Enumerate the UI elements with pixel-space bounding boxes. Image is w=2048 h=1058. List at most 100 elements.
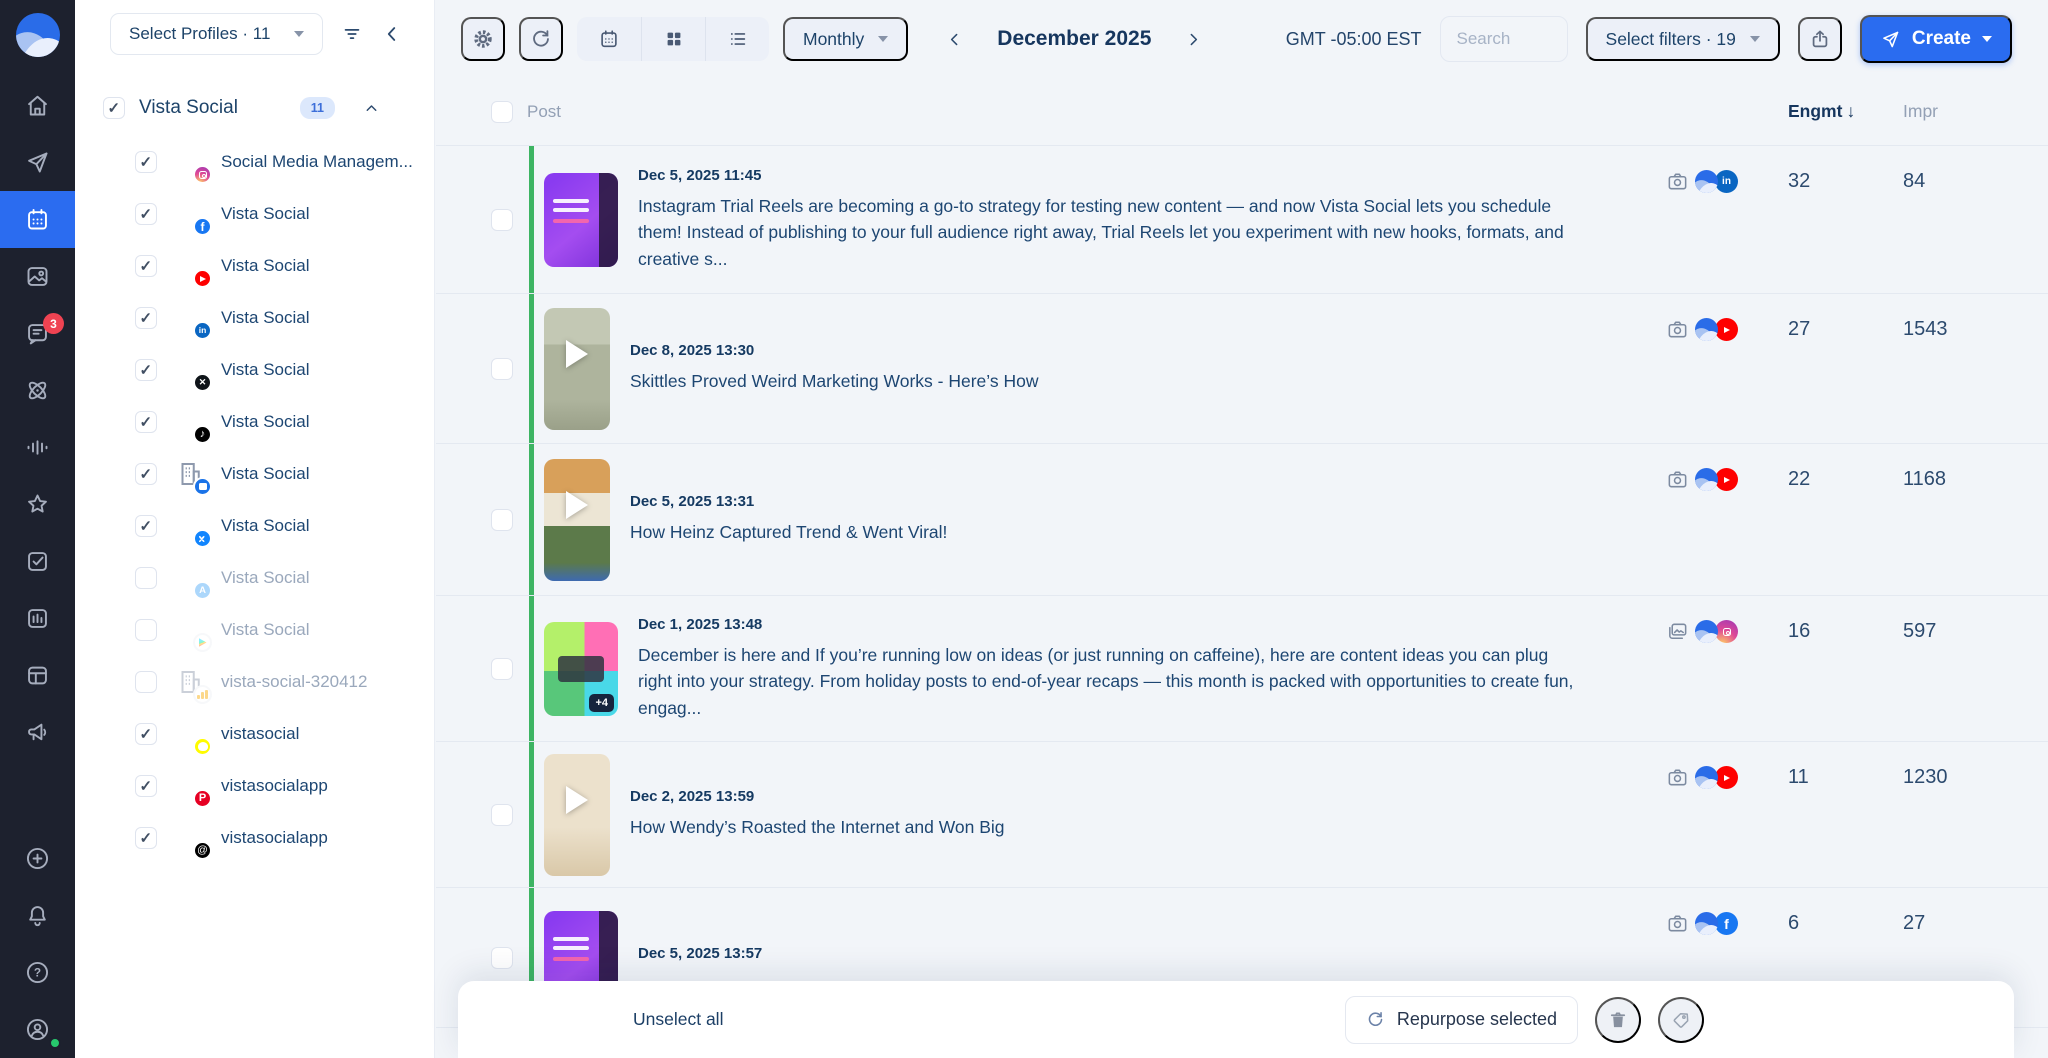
period-dropdown[interactable]: Monthly <box>783 17 908 61</box>
profile-checkbox[interactable] <box>135 723 157 745</box>
profile-item[interactable]: ✕ Vista Social <box>75 344 434 396</box>
sidebar-item-listening[interactable] <box>0 419 75 476</box>
post-row[interactable]: Dec 5, 2025 13:31 How Heinz Captured Tre… <box>436 444 2048 596</box>
tag-selected-button[interactable] <box>1658 997 1704 1043</box>
delete-selected-button[interactable] <box>1595 997 1641 1043</box>
profile-item[interactable]: A Vista Social <box>75 552 434 604</box>
linkedin-icon: in <box>1715 170 1738 193</box>
profile-item[interactable]: Vista Social <box>75 448 434 500</box>
profile-item[interactable]: P vistasocialapp <box>75 760 434 812</box>
profile-checkbox[interactable] <box>135 307 157 329</box>
filter-icon <box>341 23 363 45</box>
repurpose-selected-button[interactable]: Repurpose selected <box>1345 996 1578 1044</box>
row-checkbox[interactable] <box>491 947 513 969</box>
post-date: Dec 1, 2025 13:48 <box>638 616 1583 633</box>
profile-item[interactable]: Vista Social <box>75 500 434 552</box>
sidebar-item-connections[interactable] <box>0 362 75 419</box>
icon-rail: 3 ? <box>0 0 75 1058</box>
sidebar-item-publish[interactable] <box>0 134 75 191</box>
sidebar-item-calendar[interactable] <box>0 191 75 248</box>
create-label: Create <box>1912 28 1971 50</box>
snapchat-icon <box>193 737 212 756</box>
list-view-button[interactable] <box>705 17 769 61</box>
row-checkbox[interactable] <box>491 209 513 231</box>
profile-item[interactable]: in Vista Social <box>75 292 434 344</box>
sidebar-item-add[interactable] <box>0 830 75 887</box>
post-thumbnail[interactable] <box>544 173 618 267</box>
list-view-icon <box>727 28 749 50</box>
collapse-panel-button[interactable] <box>381 23 403 45</box>
profile-checkbox[interactable] <box>135 203 157 225</box>
profile-checkbox[interactable] <box>135 619 157 641</box>
sidebar-item-reports[interactable] <box>0 590 75 647</box>
sidebar-item-account[interactable] <box>0 1001 75 1058</box>
profile-checkbox[interactable] <box>135 515 157 537</box>
search-input[interactable] <box>1440 16 1568 62</box>
group-checkbox[interactable] <box>103 97 125 119</box>
profile-item[interactable]: f Vista Social <box>75 188 434 240</box>
post-thumbnail[interactable]: +4 <box>544 622 618 716</box>
profile-checkbox[interactable] <box>135 827 157 849</box>
post-row[interactable]: Dec 8, 2025 13:30 Skittles Proved Weird … <box>436 294 2048 444</box>
chevron-down-icon <box>1750 36 1760 42</box>
settings-button[interactable] <box>461 17 505 61</box>
row-checkbox[interactable] <box>491 509 513 531</box>
create-button[interactable]: Create <box>1860 15 2012 63</box>
x-icon: ✕ <box>193 373 212 392</box>
column-engagement-sort[interactable]: Engmt↓ <box>1773 101 1903 122</box>
row-checkbox[interactable] <box>491 658 513 680</box>
post-thumbnail[interactable] <box>544 754 610 876</box>
row-checkbox[interactable] <box>491 358 513 380</box>
group-collapse-button[interactable] <box>363 100 380 117</box>
group-label: Vista Social <box>139 97 238 119</box>
sidebar-item-advocacy[interactable] <box>0 704 75 761</box>
current-month-label[interactable]: December 2025 <box>997 27 1151 51</box>
share-icon <box>1809 28 1831 50</box>
post-row[interactable]: Dec 2, 2025 13:59 How Wendy’s Roasted th… <box>436 742 2048 888</box>
next-month-button[interactable] <box>1179 25 1208 54</box>
sidebar-item-inbox[interactable]: 3 <box>0 305 75 362</box>
home-icon <box>24 92 51 119</box>
sidebar-item-tasks[interactable] <box>0 533 75 590</box>
profile-checkbox[interactable] <box>135 671 157 693</box>
profile-checkbox[interactable] <box>135 567 157 589</box>
profile-item[interactable]: Social Media Managem... <box>75 136 434 188</box>
post-thumbnail[interactable] <box>544 459 610 581</box>
profile-checkbox[interactable] <box>135 411 157 433</box>
profile-checkbox[interactable] <box>135 151 157 173</box>
profile-checkbox[interactable] <box>135 255 157 277</box>
filters-dropdown[interactable]: Select filters · 19 <box>1586 17 1780 61</box>
unselect-all-button[interactable]: Unselect all <box>633 1009 723 1030</box>
sidebar-item-reviews[interactable] <box>0 476 75 533</box>
profiles-filter-button[interactable] <box>341 23 363 45</box>
profile-checkbox[interactable] <box>135 775 157 797</box>
profile-item[interactable]: Vista Social <box>75 604 434 656</box>
refresh-button[interactable] <box>519 17 563 61</box>
sidebar-item-home[interactable] <box>0 77 75 134</box>
profile-item[interactable]: vistasocial <box>75 708 434 760</box>
post-row[interactable]: Dec 5, 2025 11:45 Instagram Trial Reels … <box>436 146 2048 294</box>
post-thumbnail[interactable] <box>544 308 610 430</box>
calendar-view-button[interactable] <box>577 17 641 61</box>
sidebar-item-media[interactable] <box>0 248 75 305</box>
select-all-checkbox[interactable] <box>491 101 513 123</box>
profile-group-header[interactable]: Vista Social 11 <box>75 88 434 128</box>
sidebar-item-boards[interactable] <box>0 647 75 704</box>
profile-item[interactable]: @ vistasocialapp <box>75 812 434 864</box>
profile-checkbox[interactable] <box>135 463 157 485</box>
export-button[interactable] <box>1798 17 1842 61</box>
column-impressions-sort[interactable]: Impr <box>1903 101 2010 122</box>
facebook-icon: f <box>193 217 212 236</box>
prev-month-button[interactable] <box>940 25 969 54</box>
sidebar-item-help[interactable]: ? <box>0 944 75 1001</box>
row-checkbox[interactable] <box>491 804 513 826</box>
grid-view-button[interactable] <box>641 17 705 61</box>
profile-item[interactable]: ♪ Vista Social <box>75 396 434 448</box>
sidebar-item-notifications[interactable] <box>0 887 75 944</box>
profile-checkbox[interactable] <box>135 359 157 381</box>
profile-item[interactable]: vista-social-320412 <box>75 656 434 708</box>
post-row[interactable]: +4 Dec 1, 2025 13:48 December is here an… <box>436 596 2048 742</box>
vista-social-logo[interactable] <box>16 13 60 57</box>
profile-item[interactable]: Vista Social <box>75 240 434 292</box>
select-profiles-dropdown[interactable]: Select Profiles · 11 <box>110 13 323 55</box>
